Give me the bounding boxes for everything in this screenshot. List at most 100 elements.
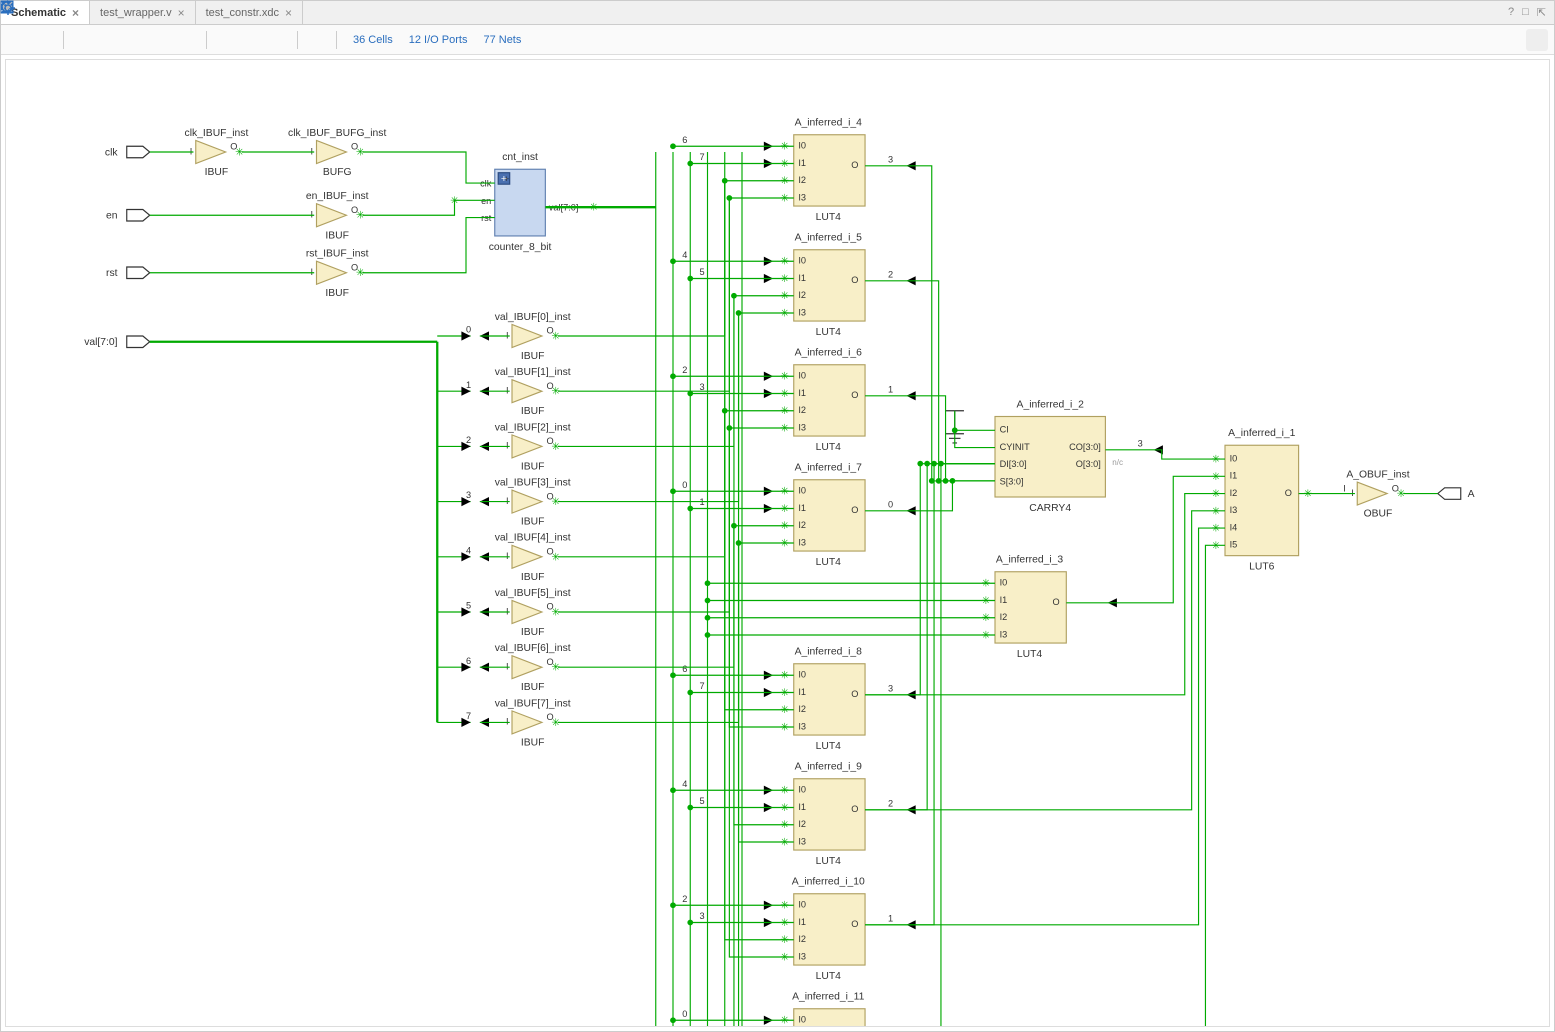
forward-button[interactable]: [33, 29, 55, 51]
svg-text:LUT6: LUT6: [1249, 561, 1275, 572]
svg-text:LUT4: LUT4: [816, 327, 842, 338]
svg-text:O: O: [851, 505, 858, 515]
stat-cells[interactable]: 36 Cells: [353, 34, 393, 46]
svg-text:✳: ✳: [551, 552, 560, 563]
maximize-icon[interactable]: □: [1522, 6, 1529, 19]
svg-text:A_inferred_i_5: A_inferred_i_5: [795, 233, 863, 244]
svg-text:I1: I1: [798, 802, 806, 812]
regen-button[interactable]: [306, 29, 328, 51]
tab-wrapper[interactable]: test_wrapper.v ×: [90, 1, 196, 24]
stat-nets[interactable]: 77 Nets: [483, 34, 521, 46]
svg-text:✳: ✳: [780, 257, 789, 268]
svg-text:✳: ✳: [780, 308, 789, 319]
svg-text:OBUF: OBUF: [1364, 509, 1393, 520]
svg-text:I4: I4: [1230, 522, 1238, 532]
close-icon[interactable]: ×: [285, 6, 292, 20]
svg-text:O: O: [851, 160, 858, 170]
svg-text:✳: ✳: [780, 193, 789, 204]
svg-text:IBUF: IBUF: [325, 288, 349, 299]
svg-text:✳: ✳: [551, 387, 560, 398]
svg-text:5: 5: [466, 601, 471, 611]
svg-text:val_IBUF[7]_inst: val_IBUF[7]_inst: [495, 698, 571, 709]
svg-text:✳: ✳: [356, 147, 365, 158]
svg-text:✳: ✳: [981, 613, 990, 624]
svg-text:A_inferred_i_2: A_inferred_i_2: [1017, 399, 1085, 410]
zoom-fit-button[interactable]: [124, 29, 146, 51]
svg-text:A_inferred_i_4: A_inferred_i_4: [795, 118, 863, 129]
svg-text:val_IBUF[2]_inst: val_IBUF[2]_inst: [495, 422, 571, 433]
tab-label: Schematic: [11, 7, 66, 19]
svg-text:2: 2: [466, 435, 471, 445]
svg-text:I3: I3: [798, 537, 806, 547]
svg-text:val_IBUF[6]_inst: val_IBUF[6]_inst: [495, 643, 571, 654]
zoom-sel-button[interactable]: [150, 29, 172, 51]
float-icon[interactable]: ⇱: [1537, 6, 1546, 19]
close-icon[interactable]: ×: [72, 6, 79, 20]
svg-text:I3: I3: [798, 951, 806, 961]
stat-io[interactable]: 12 I/O Ports: [409, 34, 468, 46]
tab-constr[interactable]: test_constr.xdc ×: [196, 1, 303, 24]
svg-text:I3: I3: [1230, 505, 1238, 515]
svg-text:IBUF: IBUF: [521, 737, 545, 748]
svg-text:I0: I0: [798, 900, 806, 910]
svg-text:O: O: [851, 919, 858, 929]
svg-text:O: O: [1285, 488, 1292, 498]
svg-text:4: 4: [466, 545, 471, 555]
svg-text:I: I: [310, 146, 313, 156]
svg-text:✳: ✳: [780, 159, 789, 170]
autofit-button[interactable]: [176, 29, 198, 51]
svg-text:2: 2: [888, 798, 893, 808]
svg-text:3: 3: [699, 382, 704, 392]
svg-text:clk_IBUF_inst: clk_IBUF_inst: [185, 128, 249, 139]
svg-text:A_inferred_i_10: A_inferred_i_10: [792, 877, 865, 888]
svg-text:clk_IBUF_BUFG_inst: clk_IBUF_BUFG_inst: [288, 128, 386, 139]
svg-text:✳: ✳: [1211, 506, 1220, 517]
svg-text:val_IBUF[3]_inst: val_IBUF[3]_inst: [495, 478, 571, 489]
prev-button[interactable]: [215, 29, 237, 51]
help-icon[interactable]: ?: [1508, 6, 1514, 19]
svg-text:IBUF: IBUF: [521, 682, 545, 693]
svg-text:✳: ✳: [780, 952, 789, 963]
svg-text:I: I: [506, 551, 509, 561]
svg-text:CO[3:0]: CO[3:0]: [1069, 442, 1101, 452]
svg-text:✳: ✳: [780, 274, 789, 285]
settings-button[interactable]: [1526, 29, 1548, 51]
svg-text:✳: ✳: [780, 538, 789, 549]
svg-text:2: 2: [682, 365, 687, 375]
svg-text:3: 3: [888, 683, 893, 693]
svg-text:✳: ✳: [450, 196, 459, 207]
svg-text:✳: ✳: [551, 718, 560, 729]
svg-text:✳: ✳: [780, 389, 789, 400]
svg-text:✳: ✳: [780, 1016, 789, 1027]
svg-text:✳: ✳: [780, 372, 789, 383]
svg-text:5: 5: [699, 796, 704, 806]
svg-text:IBUF: IBUF: [205, 167, 229, 178]
svg-text:✳: ✳: [780, 803, 789, 814]
svg-text:1: 1: [888, 913, 893, 923]
add-button[interactable]: [241, 29, 263, 51]
svg-text:LUT4: LUT4: [816, 557, 842, 568]
schematic-canvas[interactable]: clkenrstval[7:0]clk_IBUF_instIO✳IBUFclk_…: [5, 59, 1550, 1027]
svg-text:LUT4: LUT4: [816, 212, 842, 223]
svg-text:I: I: [506, 717, 509, 727]
close-icon[interactable]: ×: [178, 6, 185, 20]
svg-text:A_inferred_i_7: A_inferred_i_7: [795, 463, 863, 474]
svg-text:✳: ✳: [780, 142, 789, 153]
svg-text:3: 3: [699, 911, 704, 921]
svg-text:A_OBUF_inst: A_OBUF_inst: [1346, 469, 1409, 480]
svg-text:✳: ✳: [780, 688, 789, 699]
svg-text:✳: ✳: [551, 607, 560, 618]
tab-label: test_constr.xdc: [206, 7, 279, 19]
remove-button[interactable]: [267, 29, 289, 51]
svg-text:✳: ✳: [1211, 489, 1220, 500]
back-button[interactable]: [7, 29, 29, 51]
svg-text:✳: ✳: [551, 331, 560, 342]
svg-text:I1: I1: [798, 917, 806, 927]
svg-text:clk: clk: [105, 147, 118, 158]
zoom-in-button[interactable]: [72, 29, 94, 51]
svg-text:I: I: [506, 441, 509, 451]
svg-text:✳: ✳: [551, 663, 560, 674]
zoom-out-button[interactable]: [98, 29, 120, 51]
svg-text:I: I: [506, 386, 509, 396]
svg-text:2: 2: [682, 894, 687, 904]
